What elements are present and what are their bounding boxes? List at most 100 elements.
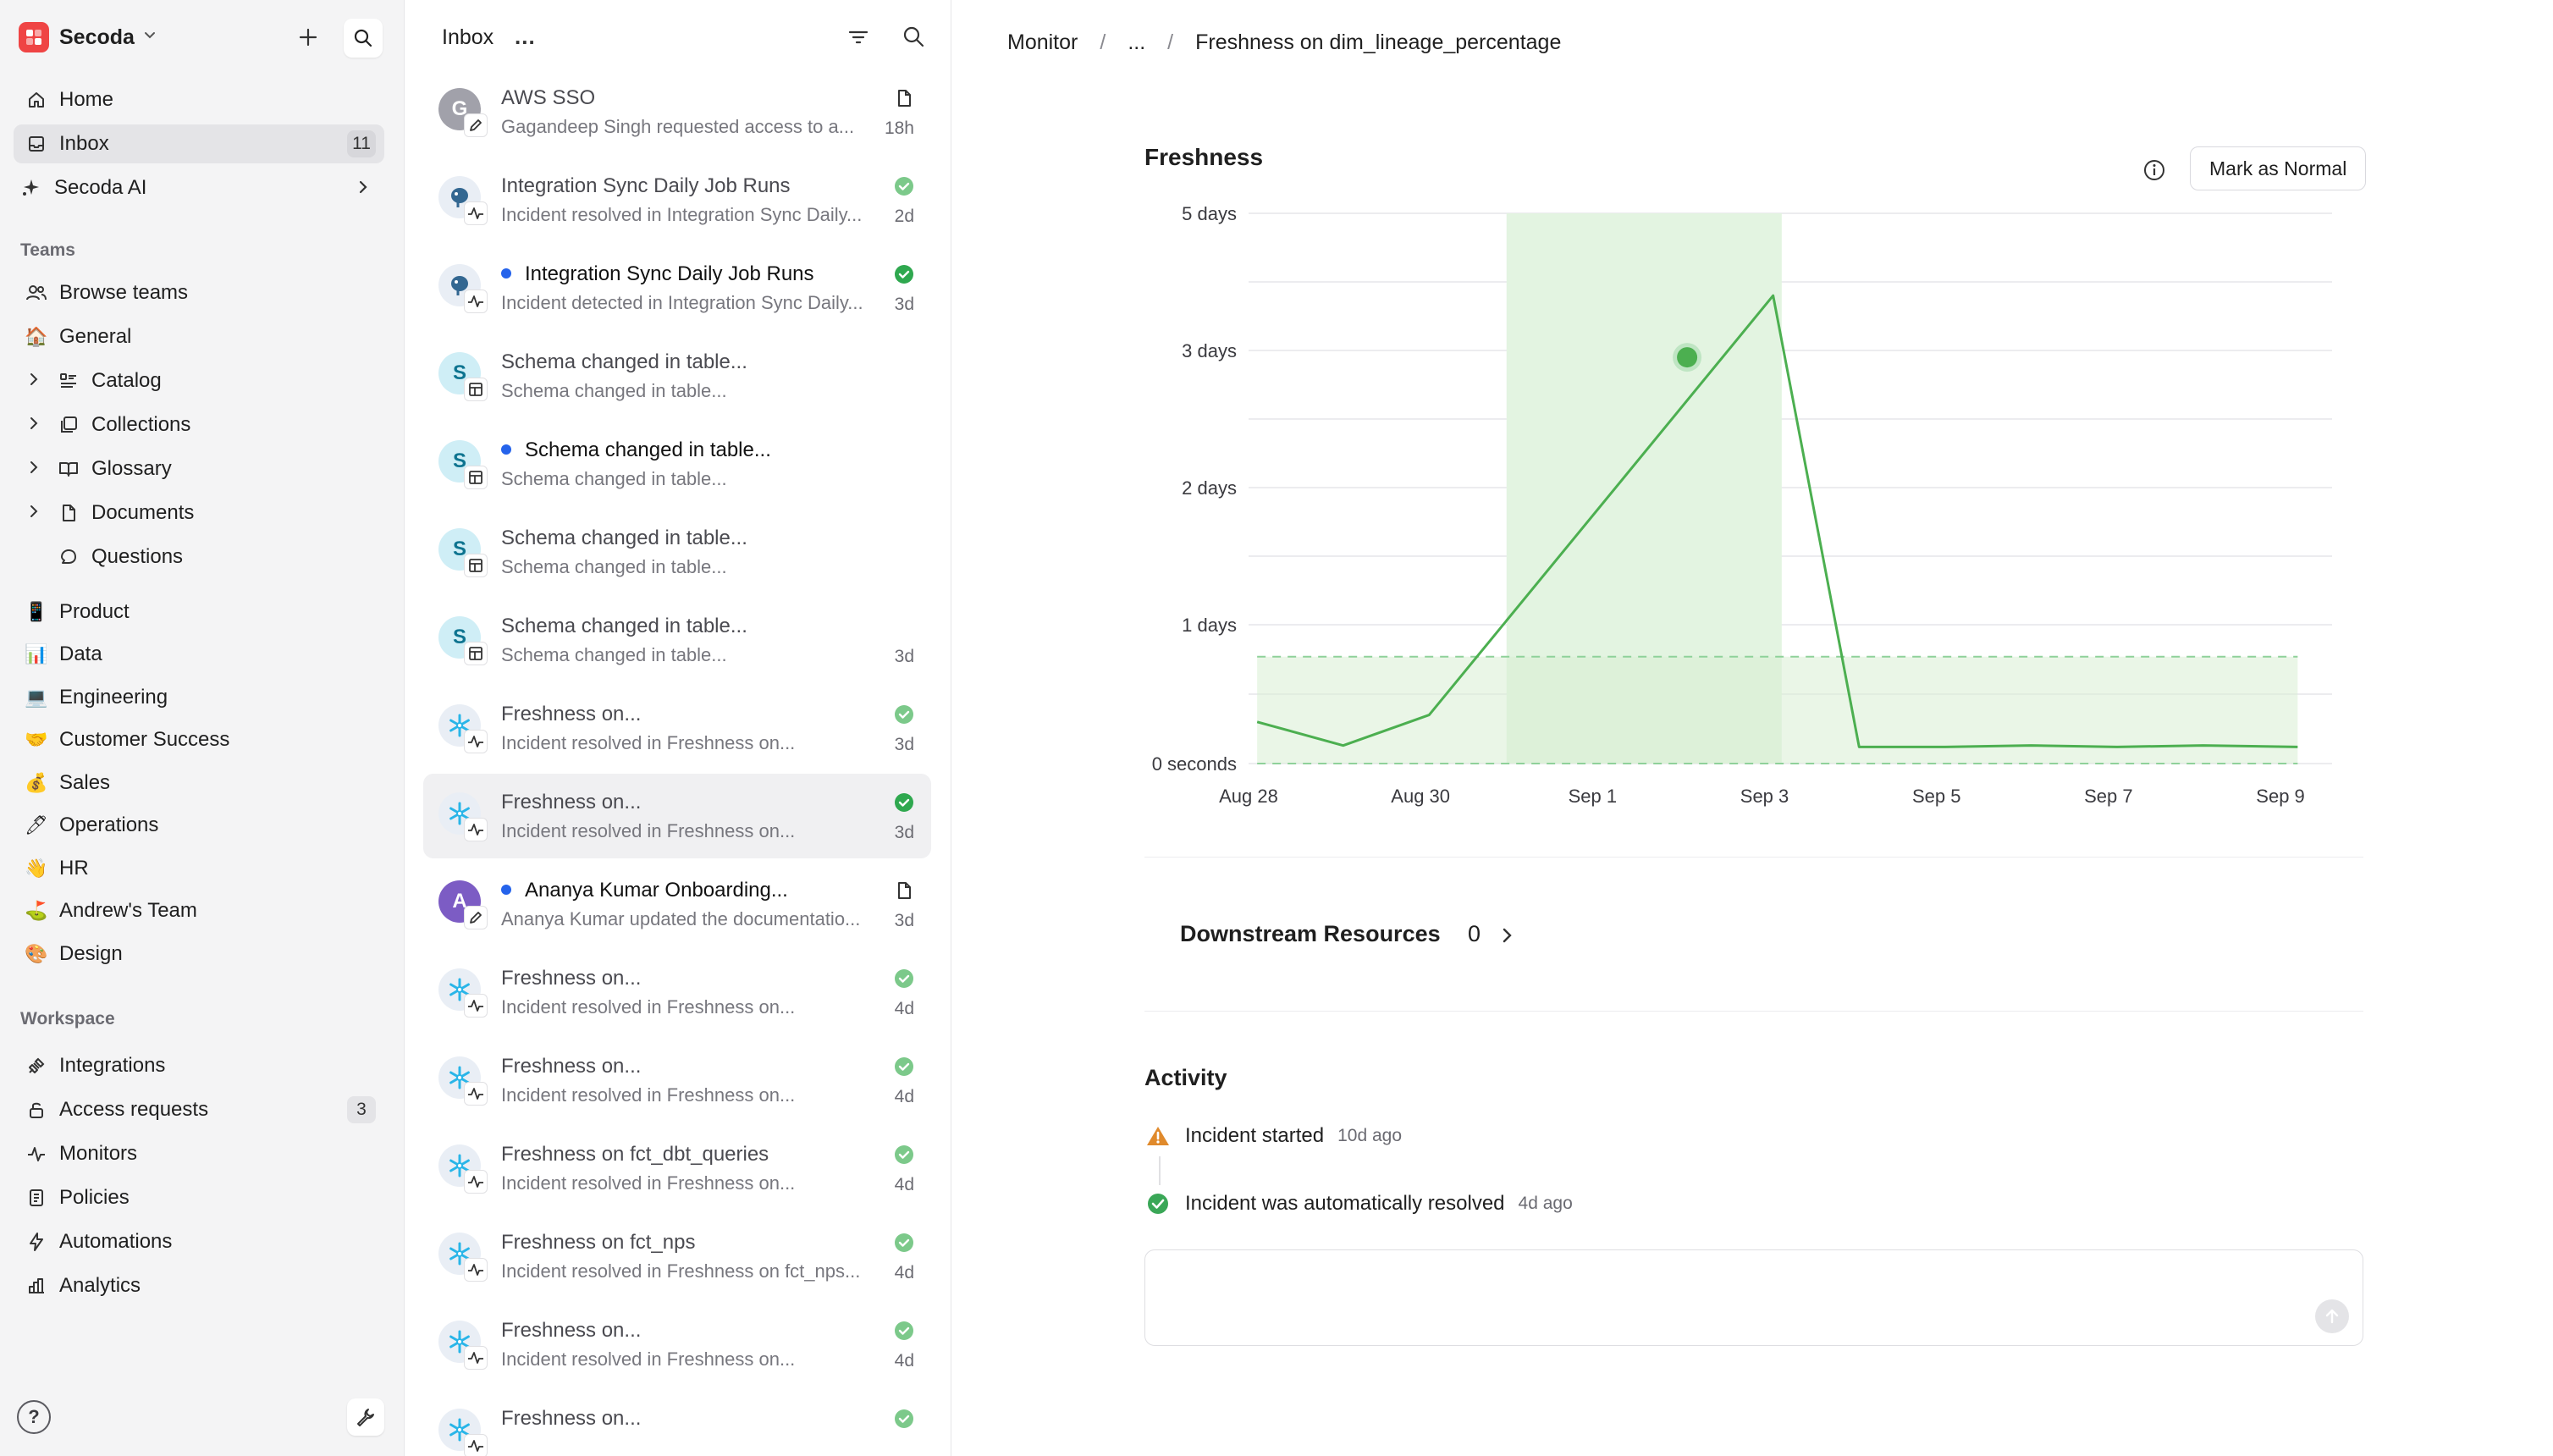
inbox-item-title: Freshness on fct_nps (501, 1231, 695, 1255)
inbox-item[interactable]: S Schema changed in table... Schema change… (423, 422, 931, 506)
sidebar-item-engineering[interactable]: 💻 Engineering (14, 678, 384, 717)
sidebar-item-label: Glossary (91, 457, 172, 480)
inbox-item[interactable]: Integration Sync Daily Job Runs Incident … (423, 245, 931, 330)
inbox-item-time: 3d (894, 735, 914, 754)
sidebar-item-label: Documents (91, 501, 195, 524)
inbox-item[interactable]: Freshness on... Incident resolved in Fres… (423, 686, 931, 770)
mark-as-normal-button[interactable]: Mark as Normal (2190, 146, 2367, 190)
sidebar-search-button[interactable] (344, 19, 383, 58)
filter-icon[interactable] (846, 25, 870, 53)
sidebar-item-monitors[interactable]: Monitors (14, 1134, 384, 1173)
new-item-button[interactable] (291, 20, 325, 54)
inbox-item-time: 4d (894, 1351, 914, 1371)
chevron-right-icon (354, 178, 372, 202)
x-tick-label: Sep 5 (1912, 786, 1961, 807)
inbox-item[interactable]: S Schema changed in table... Schema change… (423, 334, 931, 418)
money-bag-emoji-icon: 💰 (25, 772, 48, 794)
sidebar-item-label: Home (59, 88, 114, 111)
inbox-item[interactable]: Freshness on... Incident resolved in Fres… (423, 950, 931, 1034)
inbox-item-time: 4d (894, 1087, 914, 1106)
breadcrumb-monitor[interactable]: Monitor (1007, 30, 1078, 55)
sidebar-item-label: Inbox (59, 132, 109, 155)
inbox-item-title: Integration Sync Daily Job Runs (501, 174, 791, 198)
sidebar-item-secoda-ai[interactable]: Secoda AI (14, 168, 384, 207)
edit-icon (464, 906, 488, 929)
sidebar-item-operations[interactable]: 🖊 Operations (14, 806, 384, 845)
inbox-item[interactable]: Freshness on... Incident resolved in Fres… (423, 1302, 931, 1387)
sidebar-item-customer-success[interactable]: 🤝 Customer Success (14, 720, 384, 759)
inbox-item[interactable]: Freshness on fct_nps Incident resolved in… (423, 1214, 931, 1299)
inbox-item[interactable]: A Ananya Kumar Onboarding... Ananya Kumar … (423, 862, 931, 946)
pulse-icon (464, 201, 488, 225)
phone-emoji-icon: 📱 (25, 601, 48, 623)
breadcrumb: Monitor / ... / Freshness on dim_lineage… (1007, 30, 1561, 55)
inbox-item-subtitle: Incident resolved in Freshness on... (501, 1172, 796, 1194)
pulse-icon (464, 1434, 488, 1456)
chevron-right-icon[interactable] (25, 459, 42, 480)
chevron-right-icon[interactable] (25, 415, 42, 436)
inbox-item[interactable]: S Schema changed in table... Schema change… (423, 598, 931, 682)
sidebar-item-collections[interactable]: Collections (46, 405, 384, 444)
sidebar-item-access-requests[interactable]: Access requests 3 (14, 1090, 384, 1129)
sidebar-item-label: Customer Success (59, 728, 230, 751)
sidebar-item-hr[interactable]: 👋 HR (14, 849, 384, 888)
info-icon[interactable] (2142, 157, 2167, 187)
sidebar-item-design[interactable]: 🎨 Design (14, 935, 384, 973)
sidebar-item-home[interactable]: Home (14, 80, 384, 119)
inbox-item-title-text: Ananya Kumar Onboarding... (525, 879, 788, 902)
inbox-item-subtitle: Schema changed in table... (501, 644, 727, 665)
sidebar-item-policies[interactable]: Policies (14, 1178, 384, 1217)
comment-input[interactable] (1144, 1249, 2363, 1346)
sidebar-item-integrations[interactable]: Integrations (14, 1046, 384, 1085)
sidebar-item-catalog[interactable]: Catalog (46, 361, 384, 400)
house-emoji-icon: 🏠 (25, 326, 48, 348)
inbox-item-title: AWS SSO (501, 86, 595, 110)
sidebar-item-automations[interactable]: Automations (14, 1222, 384, 1261)
inbox-item[interactable]: Freshness on... Incident resolved in Fres… (423, 1038, 931, 1122)
sidebar-item-product[interactable]: 📱 Product (14, 593, 384, 631)
inbox-item[interactable]: Freshness on... (423, 1390, 931, 1456)
x-tick-label: Aug 30 (1391, 786, 1450, 807)
sidebar-item-general[interactable]: 🏠 General (14, 317, 384, 356)
chevron-right-icon[interactable] (25, 503, 42, 524)
tools-button[interactable] (347, 1398, 384, 1436)
laptop-emoji-icon: 💻 (25, 687, 48, 709)
sidebar-item-browse-teams[interactable]: Browse teams (14, 273, 384, 312)
inbox-item[interactable]: Integration Sync Daily Job Runs Incident … (423, 157, 931, 242)
inbox-item-title-text: Freshness on... (501, 791, 642, 813)
inbox-item[interactable]: Freshness on... Incident resolved in Fres… (423, 774, 931, 858)
search-icon[interactable] (901, 24, 926, 53)
sidebar-item-sales[interactable]: 💰 Sales (14, 764, 384, 802)
help-button[interactable]: ? (17, 1400, 51, 1434)
sidebar-item-questions[interactable]: Questions (46, 538, 384, 576)
inbox-item-subtitle: Incident resolved in Freshness on... (501, 820, 796, 841)
chevron-right-icon[interactable] (25, 371, 42, 392)
sidebar-item-glossary[interactable]: Glossary (46, 449, 384, 488)
inbox-item[interactable]: G AWS SSO Gagandeep Singh requested access… (423, 69, 931, 154)
activity-item-auto-resolved: Incident was automatically resolved 4d a… (1146, 1192, 1573, 1216)
inbox-item[interactable]: Freshness on fct_dbt_queries Incident res… (423, 1126, 931, 1211)
inbox-item-time: 4d (894, 1175, 914, 1194)
sidebar-item-inbox[interactable]: Inbox 11 (14, 124, 384, 163)
sidebar-item-label: Andrew's Team (59, 899, 197, 922)
unread-dot (501, 884, 511, 895)
resolved-check-icon (894, 1409, 914, 1433)
inbox-item[interactable]: S Schema changed in table... Schema change… (423, 510, 931, 594)
sidebar-item-label: Design (59, 942, 123, 965)
sidebar-item-data[interactable]: 📊 Data (14, 635, 384, 674)
send-comment-button[interactable] (2315, 1299, 2349, 1333)
inbox-item-time: 3d (894, 911, 914, 930)
breadcrumb-ellipsis[interactable]: ... (1128, 30, 1145, 55)
resolved-check-icon (894, 792, 914, 817)
sidebar-item-label: Integrations (59, 1054, 166, 1077)
workspace-switcher[interactable]: Secoda (19, 19, 158, 56)
pulse-icon (464, 818, 488, 841)
x-tick-label: Sep 1 (1569, 786, 1618, 807)
downstream-resources-label[interactable]: Downstream Resources (1180, 921, 1441, 947)
sidebar-item-documents[interactable]: Documents (46, 494, 384, 532)
sidebar-item-analytics[interactable]: Analytics (14, 1266, 384, 1305)
chevron-right-icon[interactable] (1498, 924, 1517, 951)
sidebar-item-andrews-team[interactable]: ⛳ Andrew's Team (14, 891, 384, 930)
more-options-button[interactable]: ... (515, 24, 536, 50)
inbox-item-subtitle: Incident resolved in Freshness on... (501, 1084, 796, 1106)
